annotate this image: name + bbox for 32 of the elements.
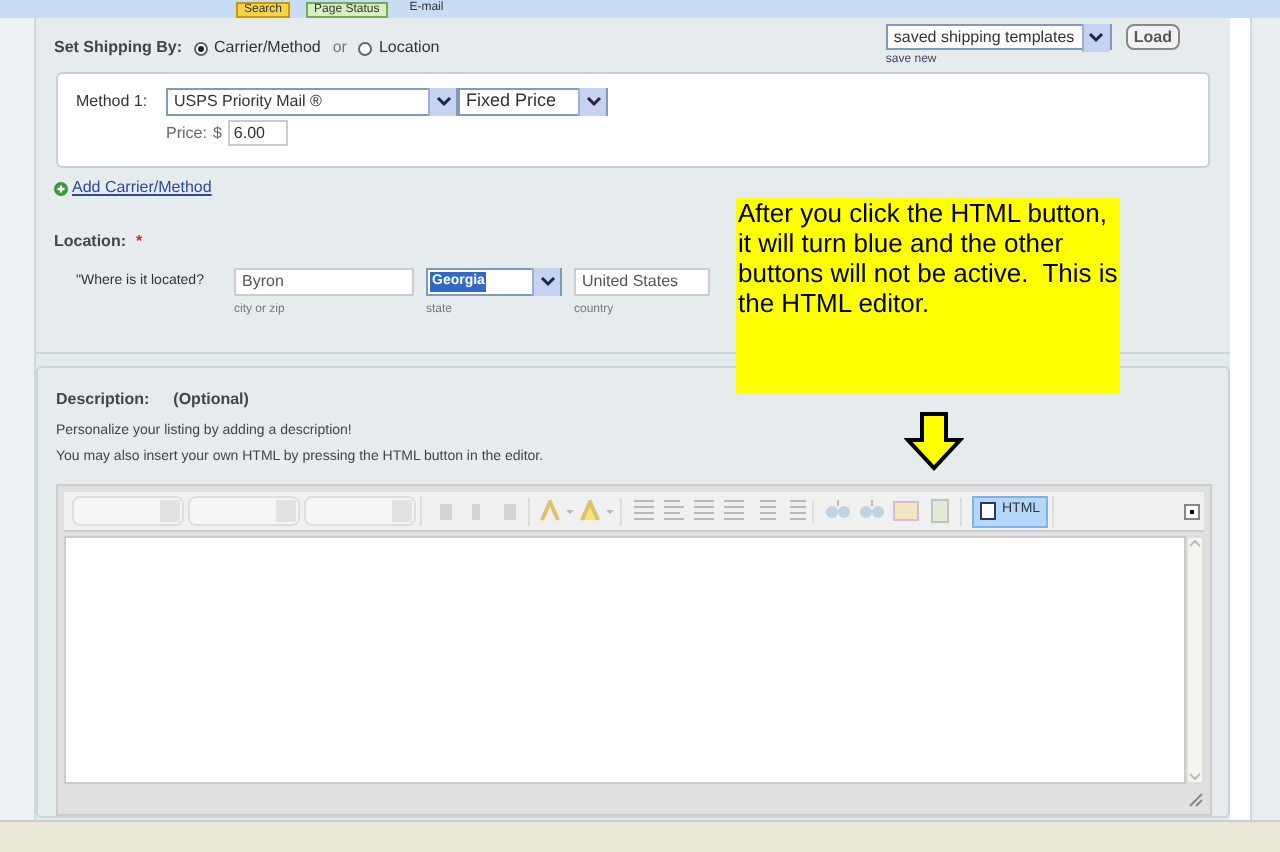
load-button[interactable]: Load — [1125, 24, 1180, 50]
plus-circle-icon — [54, 181, 68, 195]
annotation-note: After you click the HTML button, it will turn blue and the other buttons will not be active. This is the HTML editor. — [736, 198, 1120, 394]
currency-symbol: $ — [212, 121, 222, 145]
carrier-select[interactable]: USPS Priority Mail ® — [166, 88, 458, 116]
down-arrow-icon — [904, 412, 964, 472]
description-label: Description: — [56, 388, 150, 412]
caret-icon — [428, 88, 456, 116]
caret-icon — [1081, 23, 1110, 51]
or-text: or — [332, 36, 347, 60]
method-label: Method 1: — [76, 90, 150, 114]
collapse-icon[interactable] — [1184, 503, 1200, 519]
caret-icon — [578, 88, 606, 116]
shipping-radio[interactable]: Carrier/Method — [194, 36, 321, 60]
add-carrier-link[interactable]: Add Carrier/Method — [72, 176, 212, 200]
city-field[interactable]: Byron — [234, 268, 414, 296]
location-label: Location: — [54, 230, 126, 254]
required-mark: * — [136, 230, 143, 254]
pricing-select[interactable]: Fixed Price — [458, 88, 608, 116]
template-select[interactable]: saved shipping templates — [885, 24, 1112, 50]
price-label: Price: — [166, 121, 207, 145]
country-field[interactable]: United States — [574, 268, 710, 296]
optional-label: (Optional) — [173, 388, 249, 412]
document-icon — [980, 502, 996, 520]
shipping-radio[interactable]: Location — [358, 36, 440, 60]
caret-icon — [532, 268, 560, 296]
shipping-label: Set Shipping By: — [54, 36, 182, 60]
scroll-up-icon[interactable] — [1188, 538, 1202, 550]
price-field[interactable]: 6.00 — [227, 120, 288, 146]
resize-grip-icon[interactable] — [1188, 792, 1204, 808]
scroll-down-icon[interactable] — [1188, 770, 1202, 782]
scrollbar[interactable] — [1186, 536, 1204, 784]
